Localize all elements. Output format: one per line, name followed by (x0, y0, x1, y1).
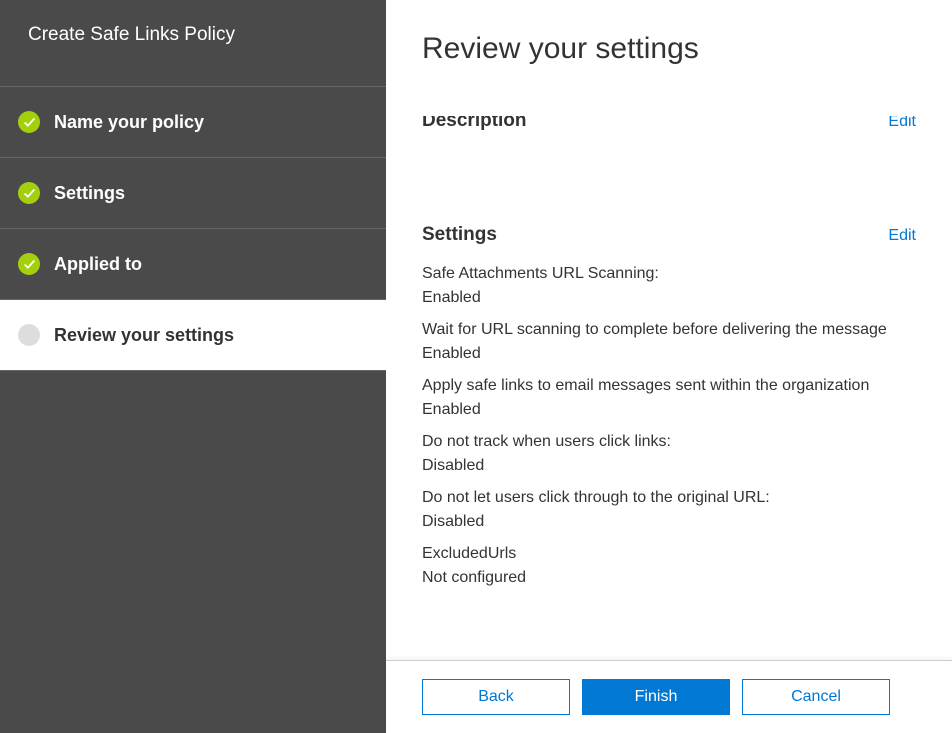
check-icon (18, 111, 40, 133)
step-name-your-policy[interactable]: Name your policy (0, 87, 386, 158)
wizard-footer: Back Finish Cancel (386, 660, 952, 733)
description-heading: Description (422, 116, 527, 132)
setting-label: Apply safe links to email messages sent … (422, 374, 916, 398)
settings-heading: Settings (422, 224, 497, 246)
setting-value: Enabled (422, 286, 916, 310)
description-section: Description Edit (422, 116, 916, 154)
edit-description-link[interactable]: Edit (888, 116, 916, 131)
sidebar-title: Create Safe Links Policy (0, 0, 386, 87)
setting-value: Enabled (422, 398, 916, 422)
setting-label: Safe Attachments URL Scanning: (422, 262, 916, 286)
step-settings[interactable]: Settings (0, 158, 386, 229)
wizard-sidebar: Create Safe Links Policy Name your polic… (0, 0, 386, 733)
step-label: Settings (54, 183, 125, 204)
setting-value: Not configured (422, 566, 916, 590)
setting-label: Do not track when users click links: (422, 430, 916, 454)
main-panel: Review your settings Description Edit Se… (386, 0, 952, 733)
setting-value: Enabled (422, 342, 916, 366)
step-review-your-settings[interactable]: Review your settings (0, 300, 386, 371)
back-button[interactable]: Back (422, 679, 570, 715)
setting-row: Do not let users click through to the or… (422, 486, 916, 534)
setting-row: Do not track when users click links: Dis… (422, 430, 916, 478)
setting-row: Wait for URL scanning to complete before… (422, 318, 916, 366)
current-step-icon (18, 324, 40, 346)
setting-label: ExcludedUrls (422, 542, 916, 566)
check-icon (18, 182, 40, 204)
setting-label: Do not let users click through to the or… (422, 486, 916, 510)
step-label: Applied to (54, 254, 142, 275)
finish-button[interactable]: Finish (582, 679, 730, 715)
edit-settings-link[interactable]: Edit (888, 227, 916, 245)
settings-section: Settings Edit Safe Attachments URL Scann… (422, 224, 916, 590)
main-content: Review your settings Description Edit Se… (386, 0, 952, 660)
setting-row: Apply safe links to email messages sent … (422, 374, 916, 422)
check-icon (18, 253, 40, 275)
setting-row: Safe Attachments URL Scanning: Enabled (422, 262, 916, 310)
setting-value: Disabled (422, 510, 916, 534)
step-label: Name your policy (54, 112, 204, 133)
step-applied-to[interactable]: Applied to (0, 229, 386, 300)
cancel-button[interactable]: Cancel (742, 679, 890, 715)
step-label: Review your settings (54, 325, 234, 346)
page-title: Review your settings (422, 32, 916, 66)
setting-row: ExcludedUrls Not configured (422, 542, 916, 590)
setting-label: Wait for URL scanning to complete before… (422, 318, 916, 342)
setting-value: Disabled (422, 454, 916, 478)
